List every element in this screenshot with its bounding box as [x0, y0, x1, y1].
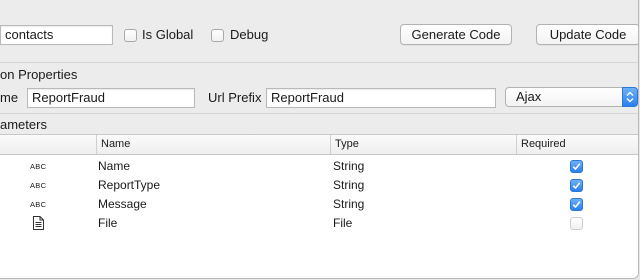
- abc-icon: ABC: [30, 162, 47, 171]
- table-header: Name Type Required: [0, 135, 638, 155]
- table-row[interactable]: ABC Name String: [0, 157, 638, 176]
- name-input[interactable]: contacts: [0, 25, 113, 45]
- separator: [0, 113, 638, 114]
- checkmark-icon: [572, 182, 581, 190]
- url-prefix-field[interactable]: ReportFraud: [266, 88, 496, 108]
- name-field-label: me: [0, 90, 19, 105]
- param-name: ReportType: [98, 178, 161, 192]
- param-name: Name: [98, 159, 131, 173]
- update-code-button[interactable]: Update Code: [536, 24, 638, 45]
- param-type: String: [333, 197, 365, 211]
- column-header-name[interactable]: Name: [96, 135, 330, 154]
- is-global-label: Is Global: [142, 27, 194, 42]
- chevron-updown-icon: [622, 87, 638, 107]
- param-type: File: [333, 216, 353, 230]
- column-header-icon[interactable]: [0, 135, 96, 154]
- properties-section-label: on Properties: [0, 67, 78, 82]
- param-name: Message: [98, 197, 147, 211]
- param-type: String: [333, 178, 365, 192]
- table-row[interactable]: ABC ReportType String: [0, 176, 638, 195]
- abc-icon: ABC: [30, 200, 47, 209]
- required-checkbox[interactable]: [570, 198, 583, 211]
- table-row[interactable]: ABC Message String: [0, 195, 638, 214]
- separator: [0, 62, 638, 63]
- column-header-type[interactable]: Type: [330, 135, 516, 154]
- abc-icon: ABC: [30, 181, 47, 190]
- required-checkbox[interactable]: [570, 179, 583, 192]
- url-prefix-label: Url Prefix: [208, 90, 262, 105]
- method-select-value: Ajax: [516, 89, 542, 104]
- window: contacts Is Global Debug Generate Code U…: [0, 0, 639, 279]
- checkmark-icon: [572, 163, 581, 171]
- param-name: File: [98, 216, 118, 230]
- method-select[interactable]: Ajax: [505, 87, 638, 107]
- checkmark-icon: [572, 201, 581, 209]
- debug-label: Debug: [230, 27, 269, 42]
- required-checkbox[interactable]: [570, 217, 583, 230]
- debug-checkbox[interactable]: [211, 29, 224, 42]
- generate-code-button[interactable]: Generate Code: [400, 24, 512, 45]
- is-global-checkbox[interactable]: [124, 29, 137, 42]
- table-row[interactable]: File File: [0, 214, 638, 233]
- document-icon: [33, 216, 44, 233]
- required-checkbox[interactable]: [570, 160, 583, 173]
- parameters-table: Name Type Required ABC Name String ABC R…: [0, 134, 638, 278]
- name-field[interactable]: ReportFraud: [27, 88, 195, 108]
- column-header-required[interactable]: Required: [516, 135, 638, 154]
- param-type: String: [333, 159, 365, 173]
- parameters-section-label: ameters: [0, 117, 47, 132]
